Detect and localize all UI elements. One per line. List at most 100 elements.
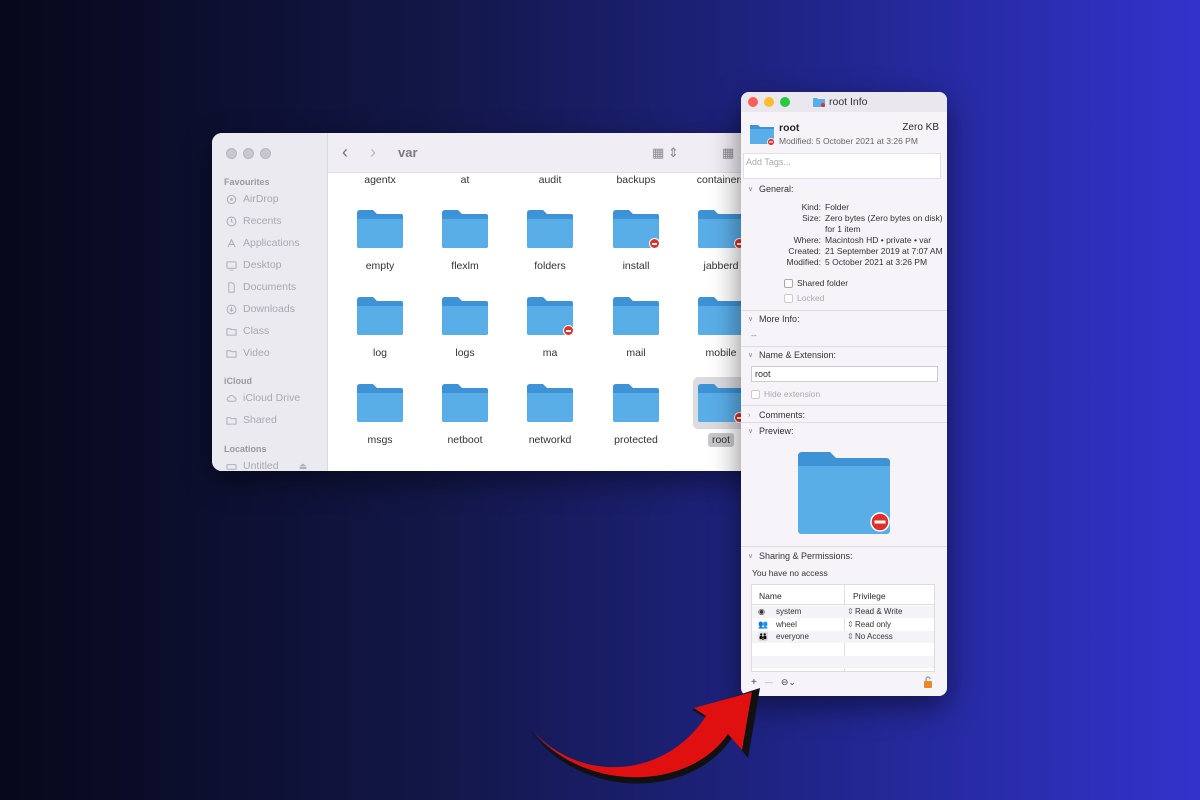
chevron-right-icon: › xyxy=(748,411,751,419)
minimize-button[interactable] xyxy=(764,97,774,107)
folder-icon xyxy=(522,203,578,255)
folder-icon xyxy=(522,377,578,429)
tags-field[interactable]: Add Tags... xyxy=(743,153,941,179)
chevron-down-icon: ∨ xyxy=(748,352,754,359)
sidebar-item-icloud-drive[interactable]: iCloud Drive xyxy=(226,390,300,406)
chevron-updown-icon: ⇕ xyxy=(847,607,854,616)
zoom-button[interactable] xyxy=(780,97,790,107)
folder-name: log xyxy=(372,347,387,359)
sidebar-item-label: iCloud Drive xyxy=(243,392,301,404)
finder-sidebar: Favourites AirDrop Recents Applications … xyxy=(212,133,328,471)
folder-label-partial[interactable]: agentx xyxy=(364,174,396,186)
permission-row[interactable]: 👥 wheel ⇕ Read only xyxy=(752,619,934,631)
preview-section-toggle[interactable]: ∨ Preview: xyxy=(748,426,794,436)
folder-item[interactable]: logs xyxy=(425,290,505,361)
sidebar-item-downloads[interactable]: Downloads xyxy=(226,301,295,317)
permission-row[interactable]: ◉ system ⇕ Read & Write xyxy=(752,606,934,618)
access-status: You have no access xyxy=(752,568,828,578)
sidebar-item-untitled[interactable]: Untitled ⏏ xyxy=(226,458,307,471)
folder-item[interactable]: networkd xyxy=(510,377,590,448)
folder-name: empty xyxy=(365,260,395,272)
view-options-button[interactable]: ▦ ⇕ xyxy=(652,145,679,161)
kind-label: Kind: xyxy=(801,202,821,212)
divider xyxy=(741,546,947,547)
permission-privilege[interactable]: Read & Write xyxy=(855,607,902,616)
permission-row[interactable]: 👪 everyone ⇕ No Access xyxy=(752,631,934,643)
folder-item[interactable]: msgs xyxy=(340,377,420,448)
airdrop-icon xyxy=(226,194,237,205)
folder-item[interactable]: mail xyxy=(596,290,676,361)
sharing-section-toggle[interactable]: ∨ Sharing & Permissions: xyxy=(748,551,853,561)
folder-name: mobile xyxy=(705,347,737,359)
general-section-toggle[interactable]: ∨ General: xyxy=(748,184,794,194)
sidebar-item-documents[interactable]: Documents xyxy=(226,279,296,295)
size-value: Zero bytes (Zero bytes on disk) xyxy=(825,213,943,223)
section-header: Sharing & Permissions: xyxy=(759,551,853,561)
modified-label: Modified: xyxy=(786,257,822,267)
sidebar-item-label: Class xyxy=(243,325,270,337)
sidebar-item-airdrop[interactable]: AirDrop xyxy=(226,191,279,207)
folder-item[interactable]: log xyxy=(340,290,420,361)
folder-item[interactable]: ma xyxy=(510,290,590,361)
folder-item[interactable]: empty xyxy=(340,203,420,274)
sidebar-item-label: Desktop xyxy=(243,259,282,271)
section-header: Comments: xyxy=(759,410,806,420)
applications-icon xyxy=(226,238,237,249)
action-menu-button[interactable]: ⊖⌄ xyxy=(781,677,796,688)
permissions-table: Name Privilege ◉ system ⇕ Read & Write 👥 whee… xyxy=(751,584,935,672)
sidebar-section-favourites: Favourites xyxy=(224,177,270,187)
sidebar-item-label: Downloads xyxy=(243,303,295,315)
sidebar-item-desktop[interactable]: Desktop xyxy=(226,257,282,273)
folder-label-partial[interactable]: backups xyxy=(616,174,655,186)
section-header: More Info: xyxy=(759,314,800,324)
folder-label-partial[interactable]: audit xyxy=(539,174,562,186)
folder-name: jabberd xyxy=(703,260,739,272)
folder-label-partial[interactable]: containers xyxy=(697,174,745,186)
folder-item[interactable]: netboot xyxy=(425,377,505,448)
download-icon xyxy=(226,304,237,315)
column-header-privilege[interactable]: Privilege xyxy=(853,591,886,601)
single-user-icon: ◉ xyxy=(758,607,765,616)
folder-name: msgs xyxy=(367,434,393,446)
window-title: var xyxy=(398,145,418,160)
file-size: Zero KB xyxy=(902,122,939,133)
sidebar-item-applications[interactable]: Applications xyxy=(226,235,300,251)
permission-privilege[interactable]: No Access xyxy=(855,632,893,641)
name-field[interactable]: root xyxy=(751,366,938,382)
sidebar-item-recents[interactable]: Recents xyxy=(226,213,282,229)
window-controls xyxy=(226,148,271,159)
sidebar-item-class[interactable]: Class xyxy=(226,323,269,339)
sidebar-item-shared[interactable]: Shared xyxy=(226,412,277,428)
zoom-button[interactable] xyxy=(260,148,271,159)
comments-section-toggle[interactable]: › Comments: xyxy=(748,410,805,420)
folder-item[interactable]: flexlm xyxy=(425,203,505,274)
column-header-name[interactable]: Name xyxy=(759,591,782,601)
lock-icon[interactable] xyxy=(923,676,933,688)
cloud-icon xyxy=(226,393,237,404)
hide-extension-checkbox[interactable]: Hide extension xyxy=(751,389,820,399)
close-button[interactable] xyxy=(748,97,758,107)
folder-item[interactable]: folders xyxy=(510,203,590,274)
chevron-down-icon: ∨ xyxy=(748,186,754,193)
more-info-value: -- xyxy=(751,330,757,340)
more-info-section-toggle[interactable]: ∨ More Info: xyxy=(748,314,800,324)
eject-icon[interactable]: ⏏ xyxy=(299,461,308,472)
folder-label-partial[interactable]: at xyxy=(461,174,470,186)
name-extension-section-toggle[interactable]: ∨ Name & Extension: xyxy=(748,350,836,360)
close-button[interactable] xyxy=(226,148,237,159)
forward-button[interactable]: › xyxy=(370,143,376,161)
minimize-button[interactable] xyxy=(243,148,254,159)
folder-item[interactable]: protected xyxy=(596,377,676,448)
permission-privilege[interactable]: Read only xyxy=(855,620,891,629)
back-button[interactable]: ‹ xyxy=(342,143,348,161)
checkbox-label: Locked xyxy=(797,293,825,303)
folder-icon xyxy=(437,290,493,342)
group-button[interactable]: ▦ xyxy=(722,145,734,161)
sidebar-item-video[interactable]: Video xyxy=(226,345,270,361)
red-arrow-annotation xyxy=(530,688,760,784)
folder-item[interactable]: install xyxy=(596,203,676,274)
section-header: Name & Extension: xyxy=(759,350,837,360)
folder-name: flexlm xyxy=(451,260,479,272)
shared-folder-checkbox[interactable]: Shared folder xyxy=(784,278,848,288)
locked-checkbox[interactable]: Locked xyxy=(784,293,824,303)
